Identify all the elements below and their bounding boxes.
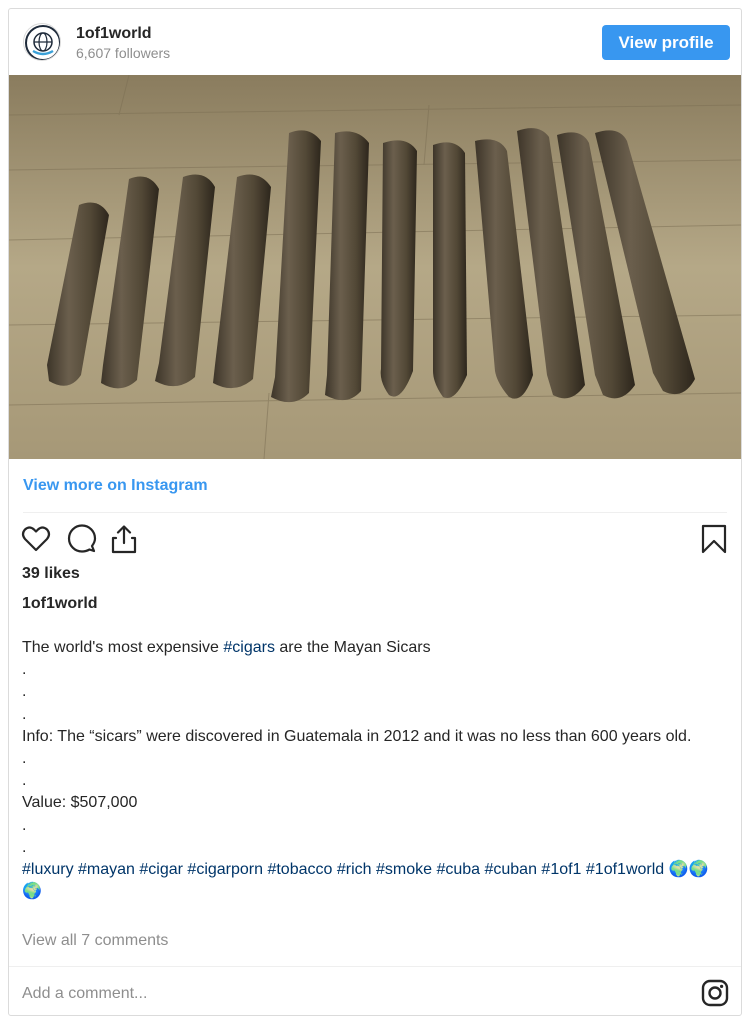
caption-text: The world's most expensive #cigars are t… [22, 637, 722, 903]
view-comments-link[interactable]: View all 7 comments [22, 932, 168, 950]
caption-line: . [22, 772, 27, 790]
hashtag-list[interactable]: #luxury #mayan #cigar #cigarporn #tobacc… [22, 859, 722, 903]
caption-line: . [22, 816, 27, 834]
caption-line: The world's most expensive #cigars are t… [22, 639, 431, 656]
avatar[interactable] [23, 23, 61, 61]
caption-line: . [22, 750, 27, 768]
view-profile-button[interactable]: View profile [602, 25, 730, 60]
share-icon[interactable] [108, 523, 140, 555]
cigars-photo [9, 75, 741, 459]
bookmark-icon[interactable] [698, 523, 730, 555]
post-header: 1of1world 6,607 followers View profile [9, 9, 741, 75]
action-bar [9, 523, 741, 559]
divider [9, 966, 741, 967]
hashtag-link[interactable]: #cigars [223, 639, 275, 656]
view-more-link[interactable]: View more on Instagram [23, 477, 208, 495]
caption-line: Value: $507,000 [22, 794, 138, 812]
comment-icon[interactable] [65, 523, 97, 555]
like-count[interactable]: 39 likes [22, 565, 80, 583]
instagram-embed-card: 1of1world 6,607 followers View profile V… [8, 8, 742, 1016]
caption-line: . [22, 838, 27, 856]
caption-line: . [22, 661, 27, 679]
caption-line: . [22, 705, 27, 723]
post-image[interactable] [9, 75, 741, 459]
follower-count: 6,607 followers [76, 45, 171, 61]
account-name[interactable]: 1of1world [76, 25, 152, 43]
add-comment-link[interactable]: Add a comment... [22, 985, 147, 1003]
heart-icon[interactable] [20, 523, 52, 555]
caption-line: . [22, 683, 27, 701]
globe-logo-icon [25, 25, 60, 60]
caption-username[interactable]: 1of1world [22, 595, 98, 613]
divider [23, 512, 727, 513]
instagram-icon[interactable] [701, 979, 729, 1007]
caption-line: Info: The “sicars” were discovered in Gu… [22, 727, 692, 745]
